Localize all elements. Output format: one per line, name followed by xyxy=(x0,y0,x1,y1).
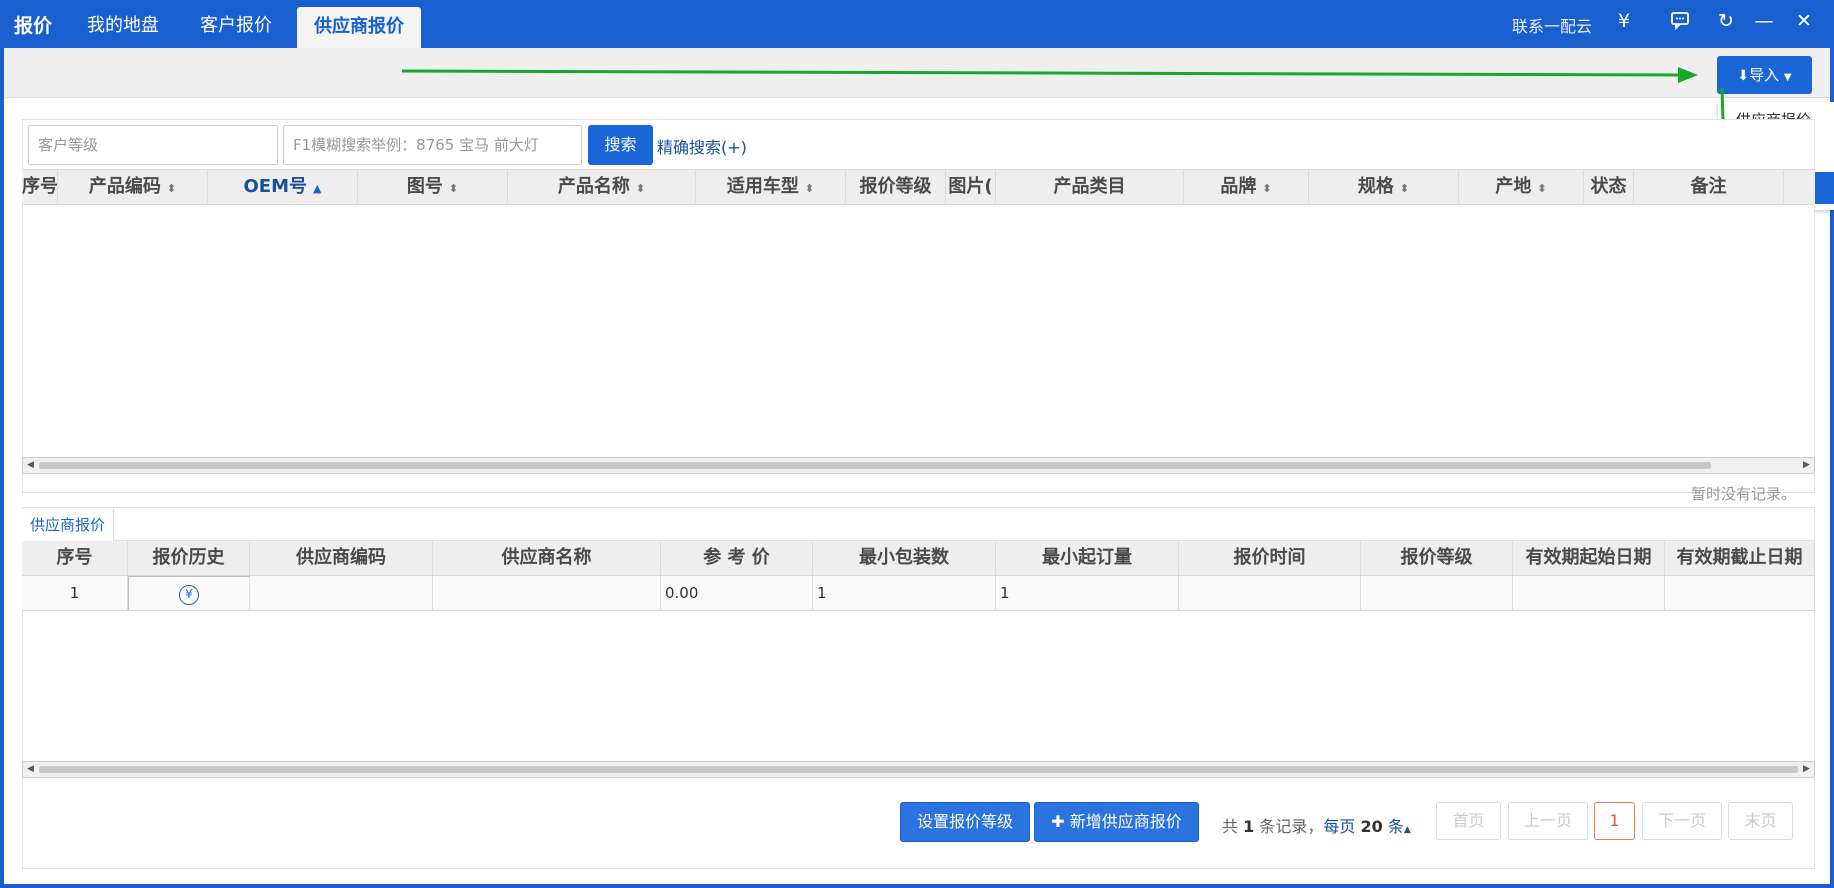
scroll-right-icon[interactable]: ▶ xyxy=(1799,762,1814,777)
cell-quote-level xyxy=(1361,576,1513,610)
col-valid-end-date[interactable]: 有效期截止日期 xyxy=(1665,541,1815,575)
sort-asc-icon: ▲ xyxy=(313,182,322,195)
search-button[interactable]: 搜索 xyxy=(588,125,653,165)
cell-reference-price: 0.00 xyxy=(661,576,813,610)
col-min-pack[interactable]: 最小包装数 xyxy=(813,541,996,575)
empty-records-text: 暂时没有记录。 xyxy=(1691,485,1797,503)
add-supplier-quote-label: 新增供应商报价 xyxy=(1069,812,1182,831)
pager-current-page[interactable]: 1 xyxy=(1594,802,1635,840)
pager-next[interactable]: 下一页 xyxy=(1642,802,1722,840)
pagination-info: 共 1 条记录，每页 20 条▲ xyxy=(1222,817,1411,836)
col-spec[interactable]: 规格 ⬍ xyxy=(1309,170,1459,204)
col-quote-time[interactable]: 报价时间 xyxy=(1179,541,1361,575)
cell-valid-start-date xyxy=(1513,576,1665,610)
pager-prev[interactable]: 上一页 xyxy=(1508,802,1588,840)
sort-icon: ⬍ xyxy=(804,182,815,195)
quote-history-icon[interactable]: ¥ xyxy=(179,584,199,605)
col-product-code[interactable]: 产品编码 ⬍ xyxy=(58,170,208,204)
sort-icon: ⬍ xyxy=(1262,182,1272,195)
col-valid-start-date[interactable]: 有效期起始日期 xyxy=(1513,541,1665,575)
plus-icon: ✚ xyxy=(1051,812,1065,831)
col-oem[interactable]: OEM号 ▲ xyxy=(208,170,358,204)
cell-index: 1 xyxy=(22,576,128,610)
supplier-table-scrollbar[interactable]: ◀ ▶ xyxy=(22,761,1815,778)
annotation-arrow-horizontal xyxy=(401,69,1681,77)
cell-quote-time xyxy=(1179,576,1361,610)
fuzzy-search-input[interactable] xyxy=(283,125,582,165)
sort-icon: ⬍ xyxy=(635,182,646,195)
supplier-table-header: 序号 报价历史 供应商编码 供应商名称 参 考 价 最小包装数 最小起订量 报价… xyxy=(22,541,1815,576)
col-quote-level[interactable]: 报价等级 xyxy=(846,170,946,204)
customer-level-input[interactable] xyxy=(28,125,278,165)
cell-supplier-name xyxy=(433,576,661,610)
tab-supplier-quote-detail[interactable]: 供应商报价 xyxy=(22,509,114,541)
col-reference-price[interactable]: 参 考 价 xyxy=(661,541,813,575)
col-product-name[interactable]: 产品名称 ⬍ xyxy=(508,170,696,204)
cell-quote-history[interactable]: ¥ xyxy=(128,576,250,610)
scroll-left-icon[interactable]: ◀ xyxy=(23,762,38,777)
product-table-header: 序号 产品编码 ⬍ OEM号 ▲ 图号 ⬍ 产品名称 ⬍ 适用车型 ⬍ 报价等级 图片( … xyxy=(22,169,1815,205)
set-quote-level-button[interactable]: 设置报价等级 xyxy=(900,802,1030,842)
sort-icon: ⬍ xyxy=(1399,182,1410,195)
sort-icon: ⬍ xyxy=(1537,182,1547,195)
col-vehicle-model[interactable]: 适用车型 ⬍ xyxy=(696,170,846,204)
annotation-arrowhead-horizontal xyxy=(1678,67,1698,83)
cell-min-pack: 1 xyxy=(813,576,996,610)
sort-icon: ⬍ xyxy=(448,182,459,195)
cell-valid-end-date xyxy=(1665,576,1815,610)
col-min-order[interactable]: 最小起订量 xyxy=(996,541,1179,575)
per-page-selector[interactable]: 每页 20 条▲ xyxy=(1323,817,1410,836)
scroll-left-icon[interactable]: ◀ xyxy=(23,458,38,473)
caret-up-icon: ▲ xyxy=(1403,825,1411,835)
add-supplier-quote-button[interactable]: ✚ 新增供应商报价 xyxy=(1034,802,1199,842)
col-product-category[interactable]: 产品类目 xyxy=(996,170,1184,204)
col-supplier-code[interactable]: 供应商编码 xyxy=(250,541,433,575)
col-drawing-number[interactable]: 图号 ⬍ xyxy=(358,170,508,204)
table-row[interactable]: 1 ¥ 0.00 1 1 xyxy=(22,576,1815,611)
pager-last[interactable]: 末页 xyxy=(1728,802,1793,840)
scroll-right-icon[interactable]: ▶ xyxy=(1799,458,1814,473)
exact-search-link[interactable]: 精确搜索(+) xyxy=(657,134,747,158)
cell-supplier-code xyxy=(250,576,433,610)
cell-min-order: 1 xyxy=(996,576,1179,610)
col-index[interactable]: 序号 xyxy=(22,541,128,575)
col-remark[interactable]: 备注 xyxy=(1634,170,1784,204)
sort-icon: ⬍ xyxy=(166,182,177,195)
col-status[interactable]: 状态 xyxy=(1584,170,1634,204)
col-supplier-name[interactable]: 供应商名称 xyxy=(433,541,661,575)
pager-first[interactable]: 首页 xyxy=(1436,802,1501,840)
col-brand[interactable]: 品牌 ⬍ xyxy=(1184,170,1309,204)
scrollbar-thumb[interactable] xyxy=(39,462,1711,469)
col-index[interactable]: 序号 xyxy=(22,170,58,204)
scrollbar-thumb[interactable] xyxy=(39,766,1798,773)
total-count: 1 xyxy=(1243,817,1255,836)
col-quote-history[interactable]: 报价历史 xyxy=(128,541,250,575)
col-quote-level[interactable]: 报价等级 xyxy=(1361,541,1513,575)
product-table-scrollbar[interactable]: ◀ ▶ xyxy=(22,457,1815,474)
col-image[interactable]: 图片( xyxy=(946,170,996,204)
col-origin[interactable]: 产地 ⬍ xyxy=(1459,170,1584,204)
